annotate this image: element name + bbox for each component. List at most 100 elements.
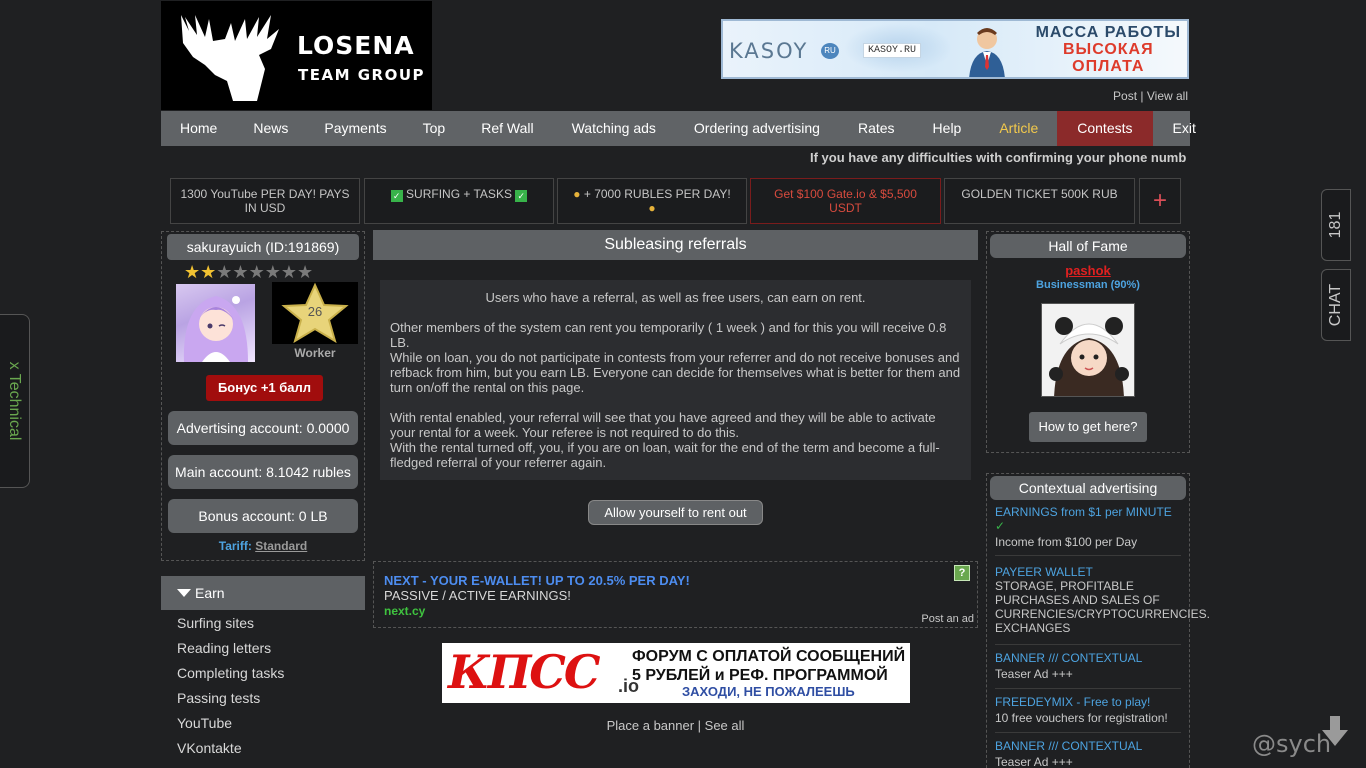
username-header[interactable]: sakurayuich (ID:191869) xyxy=(167,234,359,260)
star-icon: ★ xyxy=(216,262,233,282)
allow-rent-button[interactable]: Allow yourself to rent out xyxy=(588,500,763,525)
technical-tab[interactable]: x Technical xyxy=(0,314,30,488)
info-paragraph-2: Other members of the system can rent you… xyxy=(390,320,947,350)
hall-of-fame-avatar[interactable] xyxy=(1041,303,1135,397)
money-bag-icon: ● xyxy=(648,201,656,215)
ctx-ad-item[interactable]: EARNINGS from $1 per MINUTE ✓ Income fro… xyxy=(995,505,1181,556)
online-count-tab[interactable]: 181 xyxy=(1321,189,1351,261)
how-to-get-here-button[interactable]: How to get here? xyxy=(1029,412,1147,442)
earn-menu-header[interactable]: Earn xyxy=(161,576,365,610)
user-panel: sakurayuich (ID:191869) ★★★★★★★★ 26 Work… xyxy=(161,231,365,561)
hall-of-fame: Hall of Fame pashok Businessman (90%) Ho… xyxy=(986,231,1190,453)
chat-label: CHAT xyxy=(1327,283,1344,327)
earn-item-tests[interactable]: Passing tests xyxy=(177,690,260,706)
logo-title: LOSENA xyxy=(297,31,415,60)
info-paragraph-4: With rental enabled, your referral will … xyxy=(390,410,936,440)
moose-icon xyxy=(181,15,279,101)
hall-of-fame-user[interactable]: pashok xyxy=(987,263,1189,278)
nav-contests[interactable]: Contests xyxy=(1057,111,1153,146)
promo-golden-ticket[interactable]: GOLDEN TICKET 500K RUB xyxy=(944,178,1135,224)
logo-subtitle: TEAM GROUP xyxy=(298,66,426,84)
ctx-ad-desc: Teaser Ad +++ xyxy=(995,755,1073,768)
promo-gate[interactable]: Get $100 Gate.io & $5,500 USDT xyxy=(750,178,941,224)
ctx-ad-title[interactable]: BANNER /// CONTEXTUAL xyxy=(995,739,1181,753)
post-banner-link[interactable]: Post xyxy=(1113,89,1137,103)
promo-youtube[interactable]: 1300 YouTube PER DAY! PAYS IN USD xyxy=(170,178,360,224)
nav-article[interactable]: Article xyxy=(980,111,1057,146)
star-icon: ★ xyxy=(200,262,217,282)
watermark: @sych xyxy=(1252,730,1332,758)
page-title: Subleasing referrals xyxy=(373,230,978,260)
nav-top[interactable]: Top xyxy=(406,111,463,146)
ctx-ad-item[interactable]: FREEDEYMIX - Free to play! 10 free vouch… xyxy=(995,695,1181,733)
ctx-ad-desc: Teaser Ad +++ xyxy=(995,667,1073,681)
place-banner-link[interactable]: Place a banner xyxy=(607,718,694,733)
anime-avatar-icon xyxy=(183,296,248,362)
kpss-banner[interactable]: КПСС .io ФОРУМ С ОПЛАТОЙ СООБЩЕНИЙ 5 РУБ… xyxy=(442,643,910,703)
help-icon[interactable]: ? xyxy=(954,565,970,581)
nav-home[interactable]: Home xyxy=(161,111,236,146)
bonus-account[interactable]: Bonus account: 0 LB xyxy=(168,499,358,533)
check-icon: ✓ xyxy=(515,190,528,202)
advertising-account[interactable]: Advertising account: 0.0000 xyxy=(168,411,358,445)
earn-item-letters[interactable]: Reading letters xyxy=(177,640,271,656)
nav-help[interactable]: Help xyxy=(914,111,981,146)
hall-of-fame-title: Hall of Fame xyxy=(990,234,1186,258)
post-ad-link[interactable]: Post an ad xyxy=(921,613,974,625)
bonus-button[interactable]: Бонус +1 балл xyxy=(206,375,323,401)
rent-info-box: Users who have a referral, as well as fr… xyxy=(380,280,971,480)
main-nav: Home News Payments Top Ref Wall Watching… xyxy=(161,111,1196,146)
earn-item-youtube[interactable]: YouTube xyxy=(177,715,232,731)
banner-links: Post | View all xyxy=(1113,89,1188,103)
earn-item-surfing[interactable]: Surfing sites xyxy=(177,615,254,631)
kpss-logo: КПСС xyxy=(448,645,601,699)
ctx-ad-title[interactable]: BANNER /// CONTEXTUAL xyxy=(995,651,1181,665)
banner-brand-badge: RU xyxy=(821,43,839,59)
main-account[interactable]: Main account: 8.1042 rubles xyxy=(168,455,358,489)
earn-item-vkontakte[interactable]: VKontakte xyxy=(177,740,242,756)
nav-watching-ads[interactable]: Watching ads xyxy=(553,111,675,146)
star-icon: ★ xyxy=(184,262,201,282)
promo-text: Get $100 Gate.io & $5,500 USDT xyxy=(774,187,917,215)
panda-hat-girl-icon xyxy=(1042,304,1134,396)
nav-ref-wall[interactable]: Ref Wall xyxy=(462,111,552,146)
ctx-ad-item[interactable]: BANNER /// CONTEXTUAL Teaser Ad +++ xyxy=(995,739,1181,768)
kasoy-banner[interactable]: KASOY RU KASOY.RU МАССА РАБОТЫ ВЫСОКАЯ О… xyxy=(721,19,1189,79)
add-promo-button[interactable]: + xyxy=(1139,178,1181,224)
text-ad-title[interactable]: NEXT - YOUR E-WALLET! UP TO 20.5% PER DA… xyxy=(384,573,690,588)
nav-rates[interactable]: Rates xyxy=(839,111,914,146)
ctx-ad-title[interactable]: EARNINGS from $1 per MINUTE xyxy=(995,505,1181,519)
businessman-icon xyxy=(969,28,1005,77)
nav-exit[interactable]: Exit xyxy=(1153,111,1216,146)
kpss-line3: ЗАХОДИ, НЕ ПОЖАЛЕЕШЬ xyxy=(682,684,855,699)
ctx-ad-item[interactable]: BANNER /// CONTEXTUAL Teaser Ad +++ xyxy=(995,651,1181,689)
nav-news[interactable]: News xyxy=(236,111,305,146)
level-title: Worker xyxy=(294,346,336,360)
promo-rubles[interactable]: ● + 7000 RUBLES PER DAY! ● xyxy=(557,178,747,224)
chat-tab[interactable]: CHAT xyxy=(1321,269,1351,341)
star-icon: ★ xyxy=(296,262,314,282)
star-icon: ★ xyxy=(232,262,249,282)
promo-surfing[interactable]: ✓ SURFING + TASKS ✓ xyxy=(364,178,554,224)
avatar[interactable] xyxy=(176,284,255,362)
level-badge: 26 xyxy=(272,282,358,344)
earn-item-tasks[interactable]: Completing tasks xyxy=(177,665,284,681)
site-logo[interactable]: LOSENA TEAM GROUP xyxy=(161,1,432,110)
check-icon: ✓ xyxy=(390,190,403,202)
ctx-ad-title[interactable]: PAYEER WALLET xyxy=(995,565,1181,579)
ctx-ad-item[interactable]: PAYEER WALLET STORAGE, PROFITABLE PURCHA… xyxy=(995,565,1210,645)
ctx-ad-title[interactable]: FREEDEYMIX - Free to play! xyxy=(995,695,1181,709)
ctx-ad-desc: Income from $100 per Day xyxy=(995,535,1138,549)
info-paragraph-3: While on loan, you do not participate in… xyxy=(390,350,961,395)
view-all-link[interactable]: View all xyxy=(1147,89,1188,103)
text-ad-desc: PASSIVE / ACTIVE EARNINGS! xyxy=(384,588,571,603)
tariff-value[interactable]: Standard xyxy=(255,539,307,553)
tariff-label: Tariff: xyxy=(218,539,252,553)
hall-of-fame-rank: Businessman (90%) xyxy=(1036,279,1140,291)
nav-payments[interactable]: Payments xyxy=(305,111,405,146)
see-all-link[interactable]: See all xyxy=(705,718,745,733)
online-count: 181 xyxy=(1327,211,1344,239)
money-bag-icon: ● xyxy=(573,187,581,201)
nav-ordering-advertising[interactable]: Ordering advertising xyxy=(675,111,839,146)
text-ad-url[interactable]: next.cy xyxy=(384,604,425,618)
